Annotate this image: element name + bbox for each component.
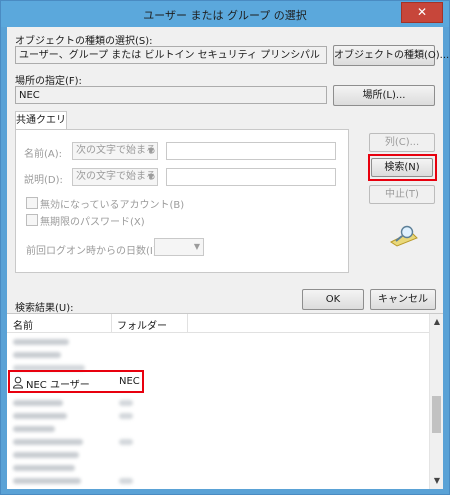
columns-button[interactable]: 列(C)... <box>369 133 435 152</box>
name-match-value: 次の文字で始まる <box>76 145 156 156</box>
window-title: ユーザー または グループ の選択 <box>143 9 307 22</box>
chevron-down-icon: ▼ <box>193 242 200 251</box>
days-since-logon-label: 前回ログオン時からの日数(I): <box>26 246 161 257</box>
dialog-window: ユーザー または グループ の選択 ✕ オブジェクトの種類の選択(S): ユーザ… <box>0 0 450 495</box>
object-types-button[interactable]: オブジェクトの種類(O)... <box>333 45 449 66</box>
name-match-select[interactable]: 次の文字で始まる ▼ <box>72 142 158 160</box>
scrollbar-thumb[interactable] <box>432 396 441 433</box>
ok-button[interactable]: OK <box>302 289 364 310</box>
close-button[interactable]: ✕ <box>401 2 443 23</box>
results-scrollbar[interactable]: ▲ ▼ <box>429 314 443 489</box>
column-header-folder[interactable]: フォルダー <box>117 317 167 332</box>
common-query-panel: 名前(A): 次の文字で始まる ▼ 説明(D): 次の文字で始まる ▼ 無効にな… <box>15 129 349 273</box>
stop-button[interactable]: 中止(T) <box>369 185 435 204</box>
search-results-list[interactable]: 名前 フォルダー NEC ユーザー NEC ▲ ▼ <box>7 313 443 489</box>
column-divider[interactable] <box>111 314 112 332</box>
days-since-logon-select[interactable]: ▼ <box>154 238 204 256</box>
scroll-up-arrow-icon[interactable]: ▲ <box>431 315 443 328</box>
cancel-button[interactable]: キャンセル <box>370 289 436 310</box>
dialog-body: オブジェクトの種類の選択(S): ユーザー、グループ または ビルトイン セキュ… <box>7 27 449 489</box>
tab-common-query[interactable]: 共通クエリ <box>15 111 67 130</box>
object-type-field: ユーザー、グループ または ビルトイン セキュリティ プリンシパル <box>15 46 327 64</box>
column-header-name[interactable]: 名前 <box>13 317 33 332</box>
location-field: NEC <box>15 86 327 104</box>
name-label: 名前(A): <box>24 149 63 160</box>
description-match-value: 次の文字で始まる <box>76 171 156 182</box>
disabled-accounts-label: 無効になっているアカウント(B) <box>40 200 185 211</box>
disabled-accounts-checkbox[interactable] <box>26 197 38 209</box>
title-bar[interactable]: ユーザー または グループ の選択 ✕ <box>1 1 449 27</box>
description-match-select[interactable]: 次の文字で始まる ▼ <box>72 168 158 186</box>
description-label: 説明(D): <box>24 175 63 186</box>
chevron-down-icon: ▼ <box>147 146 154 155</box>
search-results-label: 検索結果(U): <box>15 303 74 314</box>
search-magnifier-icon <box>390 225 418 247</box>
nec-user-highlight <box>8 370 144 393</box>
name-input[interactable] <box>166 142 336 160</box>
search-highlight <box>368 154 437 181</box>
object-type-label: オブジェクトの種類の選択(S): <box>15 36 153 47</box>
non-expiring-password-checkbox[interactable] <box>26 214 38 226</box>
results-header: 名前 フォルダー <box>7 314 429 333</box>
chevron-down-icon: ▼ <box>147 172 154 181</box>
non-expiring-password-label: 無期限のパスワード(X) <box>40 217 145 228</box>
description-input[interactable] <box>166 168 336 186</box>
locations-button[interactable]: 場所(L)... <box>333 85 435 106</box>
scroll-down-arrow-icon[interactable]: ▼ <box>431 474 443 487</box>
column-divider[interactable] <box>187 314 188 332</box>
location-label: 場所の指定(F): <box>15 76 82 87</box>
